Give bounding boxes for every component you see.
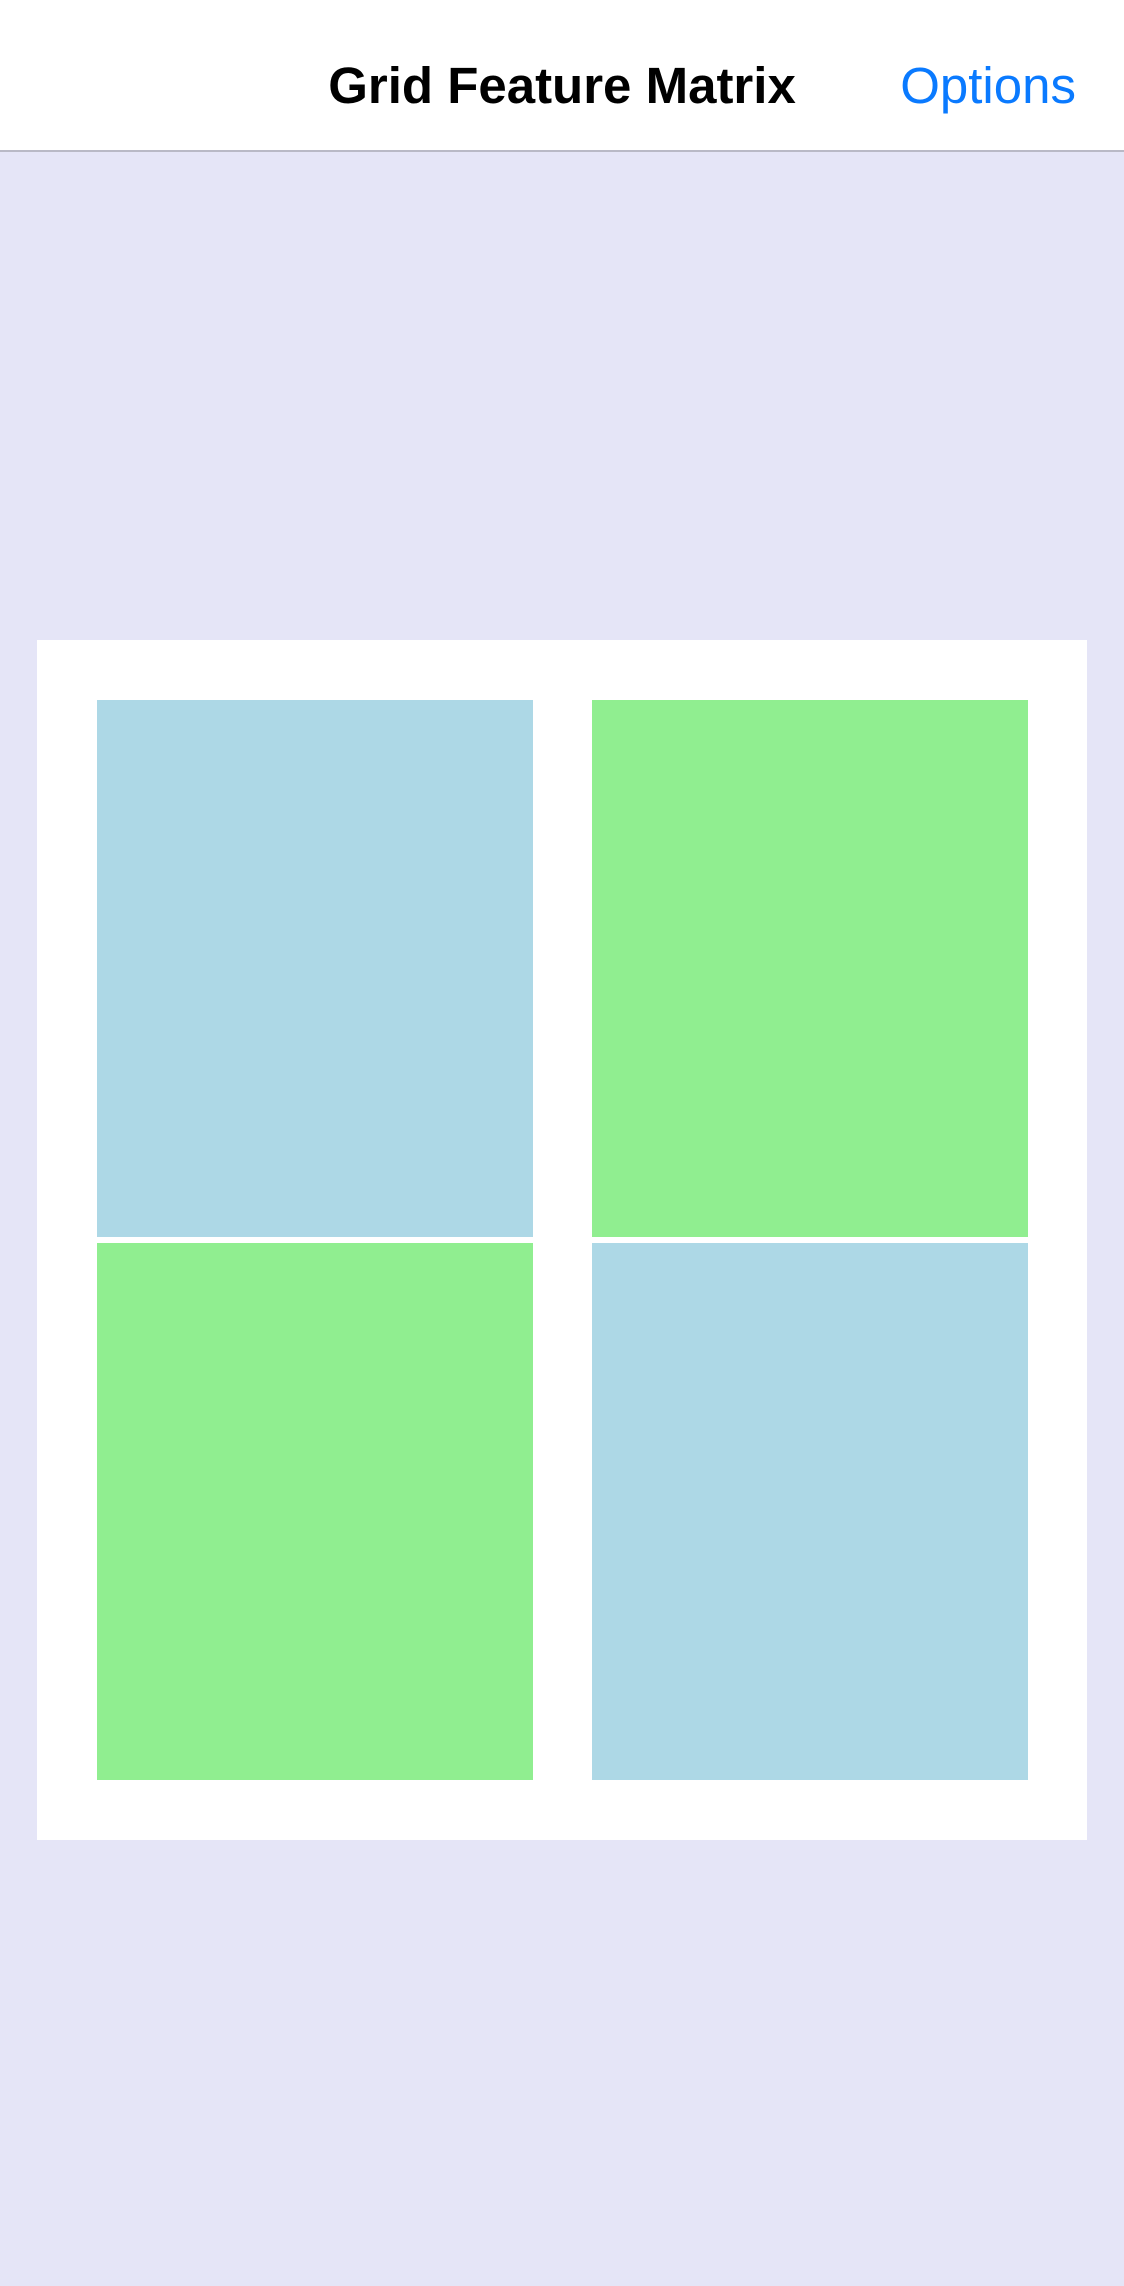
grid-cell-3[interactable] — [97, 1243, 533, 1780]
grid-cell-2[interactable] — [592, 700, 1028, 1237]
grid-cell-4[interactable] — [592, 1243, 1028, 1780]
navigation-bar: Grid Feature Matrix Options — [0, 0, 1124, 152]
feature-grid — [37, 640, 1087, 1840]
options-button[interactable]: Options — [900, 56, 1076, 116]
grid-cell-1[interactable] — [97, 700, 533, 1237]
